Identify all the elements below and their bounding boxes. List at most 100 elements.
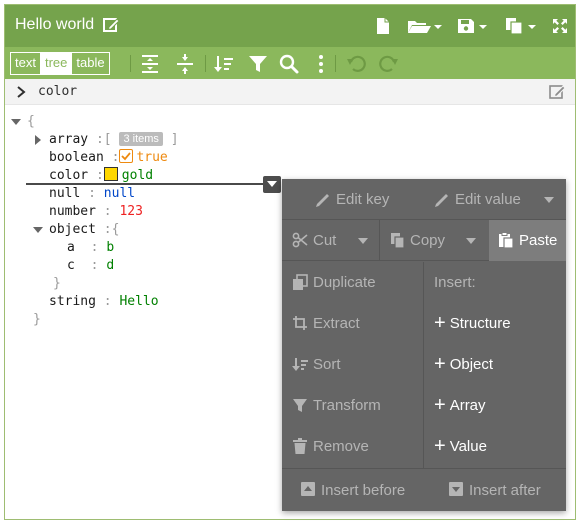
search-icon[interactable]	[278, 53, 300, 75]
path-segment[interactable]: color	[38, 84, 77, 99]
separator: :	[90, 240, 99, 255]
open-folder-icon[interactable]	[407, 16, 443, 36]
menu-row-insert-position: Insert before Insert after	[282, 468, 566, 511]
copy-icon	[391, 233, 405, 249]
insert-object-item[interactable]: + Object	[434, 344, 493, 385]
fullscreen-icon[interactable]	[552, 16, 568, 36]
mode-table-button[interactable]: table	[72, 53, 108, 74]
insert-value-label: Value	[449, 438, 487, 455]
key-text[interactable]: string	[49, 294, 96, 309]
mode-tree-button[interactable]: tree	[40, 53, 73, 74]
navigation-bar: color	[5, 79, 575, 105]
tree-row-boolean[interactable]: boolean : true	[49, 149, 168, 167]
item-count-badge[interactable]: 3 items	[119, 132, 163, 146]
copy-icon[interactable]	[505, 16, 541, 36]
filter-icon	[293, 399, 307, 412]
insert-after-item[interactable]: Insert after	[469, 470, 541, 511]
paste-icon	[499, 232, 514, 249]
edit-key-item[interactable]: Edit key	[336, 179, 389, 220]
insert-value-item[interactable]: + Value	[434, 426, 487, 467]
insert-before-item[interactable]: Insert before	[321, 470, 405, 511]
separator: :	[90, 258, 99, 273]
pencil-icon[interactable]	[102, 16, 120, 34]
mode-text-button[interactable]: text	[11, 53, 41, 74]
key-text[interactable]: color	[49, 168, 88, 183]
plus-icon: +	[434, 394, 446, 416]
caret-down-icon[interactable]	[544, 197, 554, 203]
toolbar-divider	[335, 55, 336, 72]
separator: :	[88, 186, 96, 201]
sort-item[interactable]: Sort	[313, 344, 341, 385]
key-text[interactable]: boolean	[49, 150, 104, 165]
value-text[interactable]: b	[106, 240, 114, 255]
key-text[interactable]: c	[67, 258, 75, 273]
tree-row-null[interactable]: null : null	[49, 185, 135, 203]
value-text[interactable]: Hello	[119, 294, 158, 309]
object-close-row: }	[53, 275, 61, 293]
sort-icon[interactable]	[213, 53, 235, 75]
pencil-icon[interactable]	[548, 83, 566, 101]
remove-item[interactable]: Remove	[313, 426, 369, 467]
cut-item[interactable]: Cut	[313, 220, 336, 261]
toolbar: text tree table	[5, 47, 575, 79]
caret-down-icon[interactable]	[358, 238, 368, 244]
tree-row-c[interactable]: c : d	[67, 257, 114, 275]
more-icon[interactable]	[310, 53, 332, 75]
json-editor: Hello world text tree table color {arra…	[4, 4, 576, 520]
context-menu-button[interactable]	[263, 176, 281, 193]
collapse-all-icon[interactable]	[174, 53, 196, 75]
duplicate-icon	[293, 274, 308, 290]
key-text[interactable]: a	[67, 240, 75, 255]
root-close-row: }	[33, 311, 41, 329]
save-icon[interactable]	[457, 16, 491, 36]
tree-row-string[interactable]: string : Hello	[49, 293, 159, 311]
caret-down-icon[interactable]	[33, 225, 43, 235]
transform-item[interactable]: Transform	[313, 385, 381, 426]
expand-all-icon[interactable]	[139, 53, 161, 75]
caret-down-icon[interactable]	[11, 117, 21, 127]
undo-icon[interactable]	[346, 53, 368, 75]
value-text[interactable]: gold	[122, 168, 153, 183]
checkbox[interactable]	[119, 149, 134, 163]
pencil-icon	[435, 194, 448, 207]
caret-down-icon[interactable]	[466, 238, 476, 244]
open-brace: {	[111, 222, 120, 237]
insert-structure-item[interactable]: + Structure	[434, 303, 511, 344]
menu-row-edit: Edit key Edit value	[282, 179, 566, 220]
tree-row-number[interactable]: number : 123	[49, 203, 143, 221]
value-text[interactable]: 123	[119, 204, 142, 219]
scissors-icon	[292, 232, 308, 248]
value-text[interactable]: d	[106, 258, 114, 273]
caret-right-icon[interactable]	[33, 135, 43, 145]
insert-after-icon	[449, 482, 463, 496]
filter-icon[interactable]	[247, 53, 269, 75]
edit-value-item[interactable]: Edit value	[455, 179, 521, 220]
tree-row-a[interactable]: a : b	[67, 239, 114, 257]
color-swatch[interactable]	[103, 167, 118, 181]
insert-array-label: Array	[449, 397, 486, 414]
paste-item[interactable]: Paste	[519, 220, 557, 261]
key-text[interactable]: number	[49, 204, 96, 219]
insert-array-item[interactable]: + Array	[434, 385, 486, 426]
toolbar-divider	[205, 55, 206, 72]
separator: :	[111, 150, 120, 165]
key-text[interactable]: array	[49, 132, 88, 147]
chevron-right-icon[interactable]	[15, 85, 27, 99]
separator: :	[103, 294, 112, 309]
mode-switcher: text tree table	[10, 52, 110, 75]
separator: :	[103, 222, 112, 237]
key-text[interactable]: object	[49, 222, 96, 237]
copy-item[interactable]: Copy	[410, 220, 445, 261]
title-bar: Hello world	[5, 5, 575, 47]
close-bracket: ]	[170, 132, 179, 147]
extract-item[interactable]: Extract	[313, 303, 360, 344]
new-document-icon[interactable]	[376, 16, 390, 36]
value-text[interactable]: true	[136, 150, 167, 165]
key-text[interactable]: null	[49, 186, 80, 201]
trash-icon	[293, 438, 307, 454]
redo-icon[interactable]	[377, 53, 399, 75]
value-text[interactable]: null	[104, 186, 135, 201]
duplicate-item[interactable]: Duplicate	[313, 262, 376, 303]
document-title[interactable]: Hello world	[15, 16, 94, 34]
insert-heading: Insert:	[434, 274, 476, 291]
